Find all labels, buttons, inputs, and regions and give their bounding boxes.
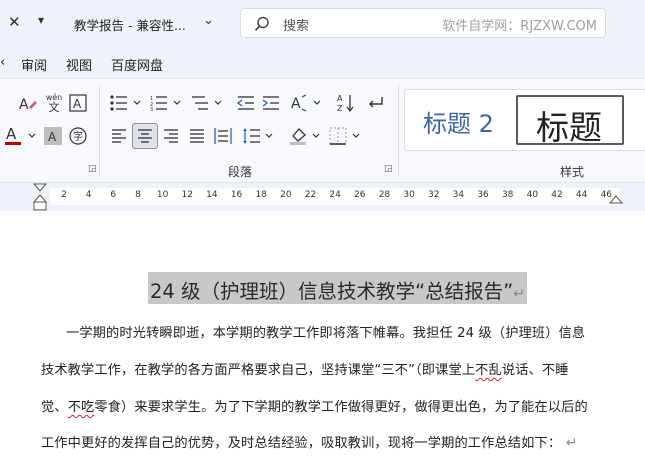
sort-icon[interactable]: AZ — [337, 93, 355, 113]
increase-indent-icon[interactable] — [262, 95, 280, 111]
svg-text:A: A — [6, 125, 17, 143]
justify-icon[interactable] — [189, 128, 205, 144]
tab-view[interactable]: 视图 — [66, 55, 92, 74]
numbering-icon[interactable]: 123 — [150, 95, 184, 111]
ruler-tick-label: 24 — [329, 190, 341, 200]
line-spacing-icon[interactable] — [242, 127, 276, 145]
close-icon[interactable]: ✕ — [8, 13, 21, 31]
tab-baidu-netdisk[interactable]: 百度网盘 — [111, 55, 163, 74]
document-page[interactable]: 24 级（护理班）信息技术教学“总结报告”↵ 一学期的时光转瞬即逝，本学期的教学… — [0, 211, 645, 469]
paragraph-mark-icon: ↵ — [561, 435, 578, 451]
ruler-tick-label: 44 — [575, 190, 588, 200]
ruler-tick-label: 30 — [403, 190, 415, 200]
svg-text:3: 3 — [150, 107, 153, 111]
bullets-icon[interactable] — [110, 95, 144, 111]
align-right-icon[interactable] — [163, 128, 179, 144]
body-line-1[interactable]: 一学期的时光转瞬即逝，本学期的教学工作即将落下帷幕。我担任 24 级（护理班）信… — [66, 322, 585, 341]
right-indent-marker-icon[interactable] — [608, 195, 624, 205]
ruler-tick-label: 38 — [501, 190, 514, 200]
ruler-tick-label: 22 — [304, 190, 317, 200]
search-input[interactable]: 搜索 软件自学网：RJZXW.COM — [240, 8, 606, 38]
styles-group-label: 样式 — [560, 165, 585, 179]
tab-review[interactable]: 审阅 — [21, 55, 47, 74]
align-left-icon[interactable] — [111, 128, 127, 144]
paragraph-dialog-launcher-icon[interactable]: ◲ — [384, 164, 393, 174]
search-placeholder: 搜索 — [283, 19, 310, 34]
spellcheck-flag: 不乱 — [475, 363, 502, 378]
ruler-tick-label: 36 — [477, 190, 489, 200]
svg-text:A: A — [291, 96, 301, 112]
title-bar: ✕ ▾ 教学报告 - 兼容性... ⌄ 搜索 软件自学网：RJZXW.COM — [0, 0, 645, 46]
ruler-tick-label: 8 — [135, 190, 141, 200]
ruler-tick-label: 26 — [354, 190, 366, 200]
style-title-item[interactable]: 标题 — [516, 95, 624, 147]
ruler-tick-label: 6 — [110, 190, 117, 200]
svg-text:A: A — [337, 94, 343, 103]
body-line-3[interactable]: 觉、不吃零食）来要求学生。为了下学期的教学工作做得更好，做得更出色，为了能在以后… — [41, 396, 588, 415]
paragraph-group-label: 段落 — [228, 165, 253, 179]
svg-text:A: A — [48, 130, 57, 144]
ribbon: A wén 文 A A A 字 123 A AZ ◲ 段落 ◲ 标题 2 标题 … — [0, 78, 645, 182]
body-line-3-c: 零食）来要求学生。为了下学期的教学工作做得更好，做得更出色，为了能在以后的 — [94, 400, 588, 415]
styles-gallery: 标题 2 标题 — [404, 89, 645, 151]
ruler-tick-label: 34 — [452, 190, 465, 200]
multilevel-list-icon[interactable] — [191, 95, 225, 111]
ruler-tick-label: 40 — [526, 190, 539, 200]
phonetic-guide-bottom: 文 — [48, 101, 60, 114]
chinese-layout-icon[interactable]: A — [290, 94, 324, 112]
body-line-3-a: 觉、 — [41, 400, 68, 415]
search-icon — [253, 15, 271, 33]
style-title-label: 标题 — [536, 108, 602, 147]
menu-tabs: ‹ 审阅 视图 百度网盘 — [0, 46, 645, 78]
ruler-tick-label: 28 — [378, 190, 391, 200]
document-heading-text: 24 级（护理班）信息技术教学“总结报告” — [150, 280, 514, 303]
watermark-text: 软件自学网：RJZXW.COM — [442, 19, 597, 34]
quick-access-dropdown-icon[interactable]: ▾ — [38, 13, 44, 27]
svg-text:A: A — [19, 97, 29, 113]
document-title[interactable]: 教学报告 - 兼容性... — [74, 15, 186, 34]
paragraph-mark-icon: ↵ — [513, 286, 525, 302]
spellcheck-flag: 不吃 — [67, 400, 95, 415]
character-border-icon[interactable]: A — [69, 94, 87, 112]
shading-icon[interactable] — [289, 126, 323, 146]
svg-text:字: 字 — [73, 130, 83, 143]
group-separator — [99, 85, 100, 175]
body-line-2[interactable]: 技术教学工作，在教学的各方面严格要求自己，坚持课堂“三不”（即课堂上不乱说话、不… — [41, 359, 569, 378]
body-line-2-c: 说话、不睡 — [501, 363, 569, 378]
horizontal-ruler[interactable]: 2 4 6 8 10 12 14 16 18 20 22 24 26 28 30 32 34 36 38 40 42 44… — [0, 182, 645, 211]
ruler-tick-label: 42 — [551, 190, 563, 200]
distributed-align-icon[interactable] — [214, 128, 232, 144]
character-shading-icon[interactable]: A — [44, 127, 62, 145]
font-dialog-launcher-icon[interactable]: ◲ — [88, 164, 97, 174]
ruler-tick-label: 16 — [230, 190, 243, 200]
chevron-down-icon[interactable]: ⌄ — [203, 13, 214, 28]
ruler-tick-label: 12 — [181, 190, 193, 200]
paragraph-mark-icon[interactable] — [366, 94, 384, 112]
document-heading[interactable]: 24 级（护理班）信息技术教学“总结报告”↵ — [148, 272, 527, 304]
ruler-tick-label: 20 — [280, 190, 292, 200]
style-heading-2[interactable]: 标题 2 — [423, 104, 494, 139]
borders-icon[interactable] — [329, 127, 363, 145]
indent-marker-icon[interactable] — [32, 183, 48, 212]
font-color-icon[interactable]: A — [4, 125, 40, 147]
svg-text:A: A — [73, 97, 82, 111]
body-line-4[interactable]: 工作中更好的发挥自己的优势，及时总结经验，吸取教训，现将一学期的工作总结如下： … — [41, 432, 578, 451]
decrease-indent-icon[interactable] — [237, 95, 255, 111]
ruler-tick-label: 18 — [255, 190, 267, 200]
ruler-tick-label: 10 — [156, 190, 169, 200]
ruler-tick-label: 14 — [206, 190, 218, 200]
body-line-4-text: 工作中更好的发挥自己的优势，及时总结经验，吸取教训，现将一学期的工作总结如下： — [41, 436, 562, 451]
group-separator — [398, 85, 399, 175]
body-line-2-a: 技术教学工作，在教学的各方面严格要求自己，坚持课堂“三不”（即课堂上 — [41, 363, 476, 378]
ruler-tick-label: 32 — [428, 190, 440, 200]
ruler-tick-label: 4 — [85, 190, 92, 200]
align-center-button[interactable] — [132, 123, 158, 149]
svg-text:Z: Z — [337, 104, 343, 113]
tab-edge-fragment[interactable]: ‹ — [0, 55, 5, 70]
clear-formatting-icon[interactable]: A — [18, 95, 38, 113]
phonetic-guide-icon[interactable]: wén 文 — [44, 93, 64, 114]
ruler-tick-label: 2 — [61, 190, 67, 200]
enclose-character-icon[interactable]: 字 — [69, 127, 87, 145]
